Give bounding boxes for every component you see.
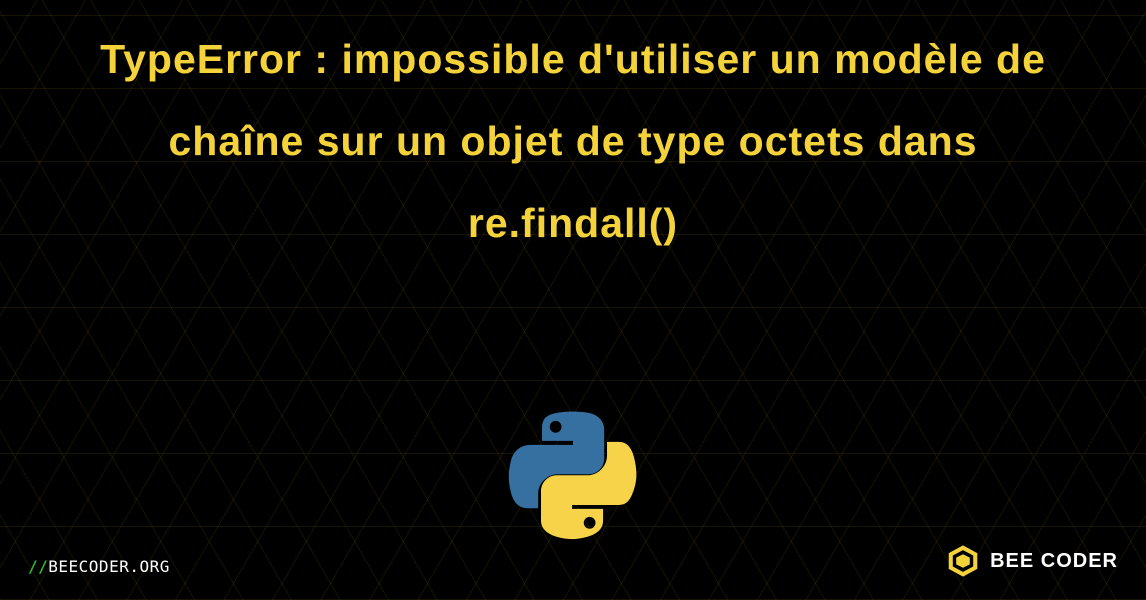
- poster-canvas: TypeError : impossible d'utiliser un mod…: [0, 0, 1146, 600]
- hexagon-icon: [946, 544, 980, 578]
- brand-block: BEE CODER: [946, 544, 1118, 578]
- python-logo-icon: [508, 410, 638, 540]
- url-text: BEECODER.ORG: [48, 557, 170, 576]
- brand-text: BEE CODER: [990, 550, 1118, 573]
- url-slashes: //: [28, 557, 48, 576]
- python-logo-container: [0, 410, 1146, 540]
- title-text: TypeError : impossible d'utiliser un mod…: [60, 18, 1086, 264]
- footer-url: //BEECODER.ORG: [28, 557, 170, 576]
